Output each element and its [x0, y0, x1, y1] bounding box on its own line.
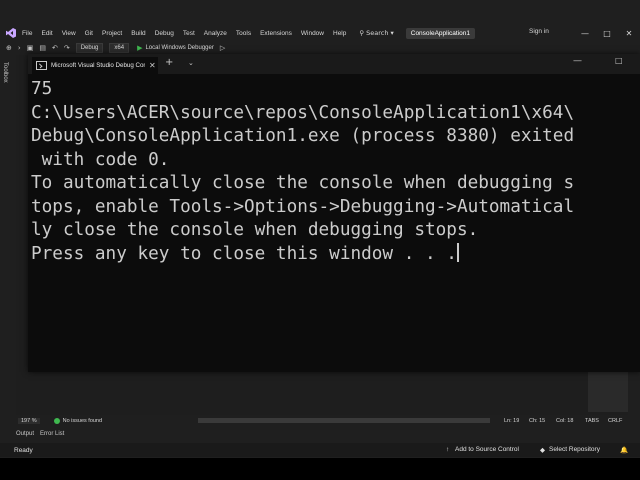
tab-output[interactable]: Output — [16, 431, 34, 437]
menu-bar: File Edit View Git Project Build Debug T… — [0, 25, 640, 41]
check-circle-icon — [53, 418, 60, 424]
console-line: 75 — [31, 79, 53, 99]
nav-forward-icon[interactable]: › — [18, 44, 21, 52]
console-tab-title: Microsoft Visual Studio Debug Console — [51, 62, 145, 69]
redo-icon[interactable]: ↷ — [64, 44, 70, 52]
visual-studio-window: File Edit View Git Project Build Debug T… — [0, 0, 640, 458]
nav-back-icon[interactable]: ⊕ — [6, 44, 12, 52]
terminal-icon — [36, 61, 47, 70]
char-number: Ch: 15 — [529, 418, 546, 424]
console-output: 75 C:\Users\ACER\source\repos\ConsoleAppl… — [31, 78, 640, 266]
chevron-down-icon: ▾ — [390, 29, 394, 37]
maximize-icon[interactable]: □ — [596, 25, 618, 41]
line-number: Ln: 19 — [504, 418, 520, 424]
indent-mode[interactable]: TABS — [585, 418, 599, 424]
console-line: ly close the console when debugging stop… — [31, 220, 479, 240]
console-line: Press any key to close this window . . . — [31, 243, 457, 264]
menu-extensions[interactable]: Extensions — [260, 30, 292, 37]
toolbar: ⊕ › ▣ ▤ ↶ ↷ Debug x64 ▶ Local Windows De… — [0, 41, 640, 55]
console-line: Debug\ConsoleApplication1.exe (process 8… — [31, 126, 575, 146]
menu-window[interactable]: Window — [301, 30, 324, 37]
minimize-icon[interactable]: — — [573, 56, 582, 66]
console-line: To automatically close the console when … — [31, 173, 575, 193]
menu-view[interactable]: View — [62, 30, 76, 37]
console-last-line: Press any key to close this window . . . — [31, 242, 640, 267]
debug-console-window[interactable]: Microsoft Visual Studio Debug Console ✕ … — [28, 54, 640, 372]
close-icon[interactable]: ✕ — [618, 25, 640, 41]
upload-icon: ↑ — [446, 446, 450, 453]
close-icon[interactable]: ✕ — [149, 61, 156, 70]
select-repository-button[interactable]: Select Repository — [549, 446, 600, 453]
menu-file[interactable]: File — [22, 30, 32, 37]
menu-help[interactable]: Help — [333, 30, 346, 37]
col-number: Col: 18 — [556, 418, 574, 424]
maximize-icon[interactable]: □ — [615, 56, 623, 65]
menu-git[interactable]: Git — [85, 30, 93, 37]
status-ready: Ready — [14, 446, 33, 454]
menu-tools[interactable]: Tools — [236, 30, 251, 37]
editor-scroll-area[interactable] — [588, 372, 628, 412]
play-icon[interactable]: ▶ — [137, 44, 142, 52]
issues-status[interactable]: No issues found — [63, 418, 102, 424]
minimize-icon[interactable]: — — [574, 25, 596, 41]
undo-icon[interactable]: ↶ — [52, 44, 58, 52]
window-controls: — □ ✕ — [574, 25, 640, 41]
console-tab[interactable]: Microsoft Visual Studio Debug Console ✕ — [32, 57, 158, 74]
toolbox-strip — [0, 55, 16, 420]
menu-analyze[interactable]: Analyze — [204, 30, 227, 37]
repository-icon: ◆ — [540, 447, 545, 454]
save-icon[interactable]: ▤ — [39, 44, 46, 52]
toolbox-tab[interactable]: Toolbox — [2, 62, 8, 83]
search-label: Search — [366, 29, 389, 37]
search-icon: ⚲ — [359, 29, 365, 37]
horizontal-scrollbar[interactable] — [198, 418, 490, 423]
config-dropdown[interactable]: Debug — [75, 43, 104, 53]
chevron-down-icon[interactable]: ⌄ — [188, 59, 194, 67]
text-cursor — [456, 242, 459, 262]
console-titlebar: Microsoft Visual Studio Debug Console ✕ … — [28, 54, 640, 74]
search-box[interactable]: ⚲ Search ▾ — [359, 29, 393, 37]
menu-project[interactable]: Project — [102, 30, 122, 37]
bottom-panel-tabs: Output Error List — [16, 428, 316, 440]
menu-build[interactable]: Build — [131, 30, 145, 37]
line-ending[interactable]: CRLF — [608, 418, 622, 424]
run-without-debug-icon[interactable]: ▷ — [220, 44, 225, 52]
new-tab-icon[interactable]: + — [165, 57, 173, 68]
console-line: tops, enable Tools->Options->Debugging->… — [31, 196, 575, 217]
add-to-source-control-button[interactable]: Add to Source Control — [455, 446, 519, 453]
notifications-icon[interactable]: 🔔 — [620, 446, 628, 454]
editor-status-row: 197 % No issues found Ln: 19 Ch: 15 Col:… — [16, 415, 628, 427]
menu-edit[interactable]: Edit — [41, 30, 52, 37]
tab-error-list[interactable]: Error List — [40, 431, 64, 437]
console-line: with code 0. — [31, 149, 170, 170]
menu-debug[interactable]: Debug — [155, 30, 174, 37]
platform-dropdown[interactable]: x64 — [109, 43, 130, 53]
zoom-level[interactable]: 197 % — [18, 418, 40, 424]
status-bar: Ready ↑ Add to Source Control ◆ Select R… — [0, 443, 640, 457]
run-debugger-button[interactable]: Local Windows Debugger — [145, 45, 213, 51]
sign-in-link[interactable]: Sign in — [529, 28, 549, 35]
solution-name[interactable]: ConsoleApplication1 — [405, 27, 476, 39]
visual-studio-logo-icon — [6, 28, 16, 38]
console-line: C:\Users\ACER\source\repos\ConsoleApplic… — [31, 102, 575, 123]
menu-test[interactable]: Test — [183, 30, 195, 37]
new-item-icon[interactable]: ▣ — [27, 44, 34, 52]
